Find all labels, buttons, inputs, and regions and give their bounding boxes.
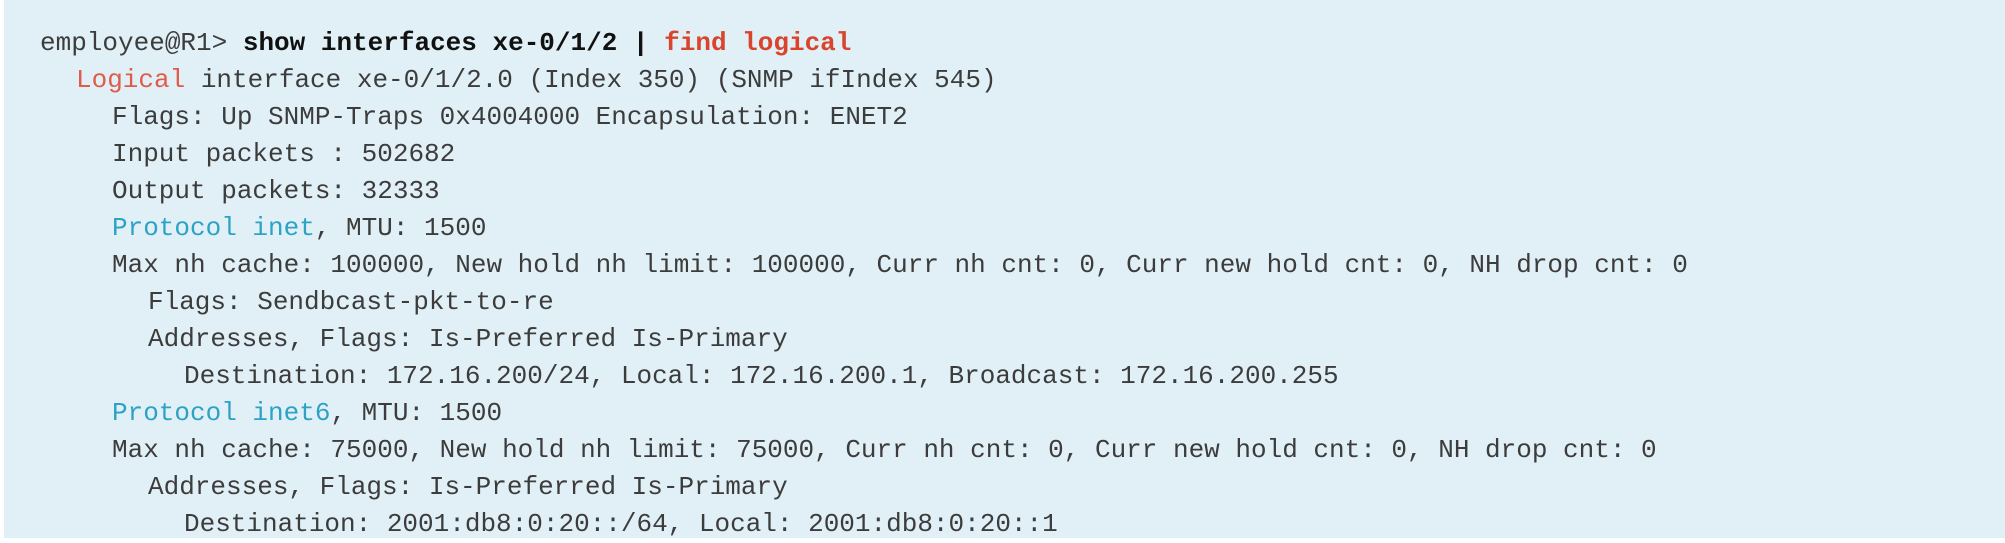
command-text: show interfaces xe-0/1/2 bbox=[242, 28, 618, 58]
protocol-inet-line: Protocol inet, MTU: 1500 bbox=[40, 210, 2005, 247]
inet6-cache-line: Max nh cache: 75000, New hold nh limit: … bbox=[112, 435, 1657, 465]
command-line: employee@R1> show interfaces xe-0/1/2 | … bbox=[40, 25, 2005, 62]
inet-addresses-flags-line: Addresses, Flags: Is-Preferred Is-Primar… bbox=[148, 324, 788, 354]
protocol-inet6-label: Protocol inet6 bbox=[112, 398, 331, 428]
flags-line: Flags: Up SNMP-Traps 0x4004000 Encapsula… bbox=[112, 102, 908, 132]
input-packets-line: Input packets : 502682 bbox=[112, 139, 456, 169]
logical-keyword: Logical bbox=[76, 65, 186, 95]
prompt: employee@R1> bbox=[40, 28, 228, 58]
inet-cache-line: Max nh cache: 100000, New hold nh limit:… bbox=[112, 250, 1688, 280]
inet-flags-line: Flags: Sendbcast-pkt-to-re bbox=[148, 287, 554, 317]
pipe-symbol: | bbox=[632, 28, 649, 58]
inet-destination-line: Destination: 172.16.200/24, Local: 172.1… bbox=[184, 361, 1339, 391]
terminal-output: employee@R1> show interfaces xe-0/1/2 | … bbox=[4, 0, 2005, 539]
filter-text: find logical bbox=[664, 28, 852, 58]
inet6-addresses-flags-line: Addresses, Flags: Is-Preferred Is-Primar… bbox=[148, 472, 788, 502]
protocol-inet-label: Protocol inet bbox=[112, 213, 315, 243]
logical-interface-line: Logical interface xe-0/1/2.0 (Index 350)… bbox=[40, 62, 2005, 99]
protocol-inet-mtu: , MTU: 1500 bbox=[314, 213, 487, 243]
protocol-inet6-mtu: , MTU: 1500 bbox=[330, 398, 503, 428]
output-packets-line: Output packets: 32333 bbox=[112, 176, 440, 206]
inet6-destination-line: Destination: 2001:db8:0:20::/64, Local: … bbox=[184, 509, 1058, 539]
logical-interface-details: interface xe-0/1/2.0 (Index 350) (SNMP i… bbox=[200, 65, 997, 95]
protocol-inet6-line: Protocol inet6, MTU: 1500 bbox=[40, 395, 2005, 432]
